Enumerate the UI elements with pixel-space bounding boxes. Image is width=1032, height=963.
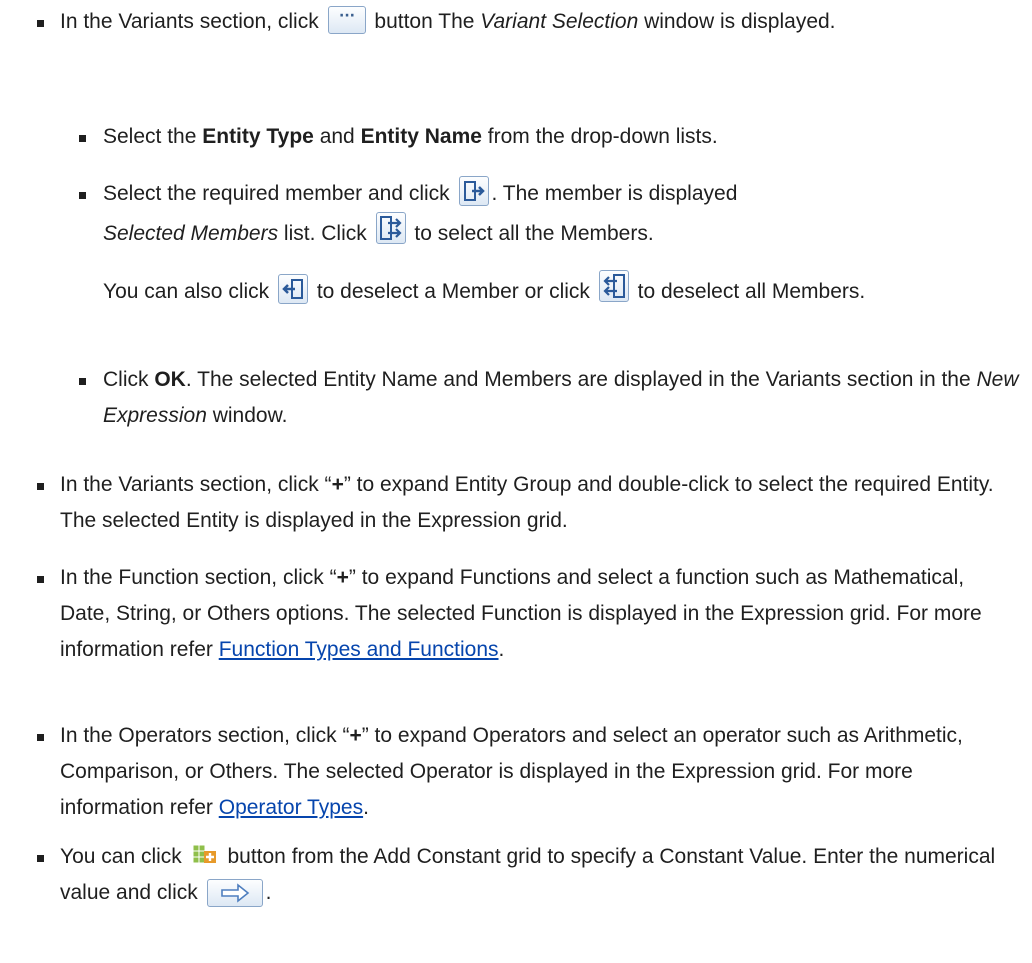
text-segment: to select all the Members.	[408, 222, 654, 245]
bullet-marker	[79, 135, 86, 142]
text-segment: to deselect a Member or click	[311, 280, 596, 303]
text-segment: You can also click	[103, 280, 275, 303]
arrow-right-button-icon[interactable]	[206, 879, 263, 907]
text-segment: list. Click	[278, 222, 373, 245]
step-expand-operators: In the Operators section, click “+” to e…	[60, 718, 1020, 826]
plus-symbol: +	[349, 724, 362, 747]
text-segment: .	[265, 881, 272, 904]
text-segment: You can click	[60, 845, 188, 868]
operator-types-link[interactable]: Operator Types	[219, 796, 363, 819]
move-all-left-icon[interactable]	[598, 270, 629, 302]
svg-text:···: ···	[339, 8, 355, 24]
bullet-marker	[79, 192, 86, 199]
text-segment: . The member is displayed	[491, 182, 738, 205]
function-types-link[interactable]: Function Types and Functions	[219, 638, 499, 661]
ellipsis-button-icon[interactable]: ···	[327, 6, 366, 34]
text-segment: and	[313, 125, 361, 148]
text-segment: In the Variants section, click “	[60, 473, 332, 496]
move-left-icon[interactable]	[278, 274, 308, 304]
step-open-variant-selection: In the Variants section, click ··· butto…	[60, 4, 1020, 40]
text-segment: In the Function section, click “	[60, 566, 337, 589]
step-expand-functions: In the Function section, click “+” to ex…	[60, 560, 1020, 668]
text-segment: Click	[103, 368, 155, 391]
bullet-marker	[37, 734, 44, 741]
move-all-right-icon[interactable]	[375, 212, 406, 244]
text-segment: button The	[368, 10, 481, 33]
step-add-constant: You can click button from the Add Consta…	[60, 839, 1020, 911]
step-select-entity: Select the Entity Type and Entity Name f…	[103, 119, 1021, 155]
button-name: OK	[154, 368, 186, 391]
window-name: Variant Selection	[480, 10, 639, 33]
bullet-marker	[37, 483, 44, 490]
field-name: Entity Name	[360, 125, 482, 148]
bullet-marker	[37, 20, 44, 27]
plus-symbol: +	[336, 566, 349, 589]
text-segment: window is displayed.	[638, 10, 836, 33]
step-expand-entity-group: In the Variants section, click “+” to ex…	[60, 467, 1020, 539]
text-segment: .	[363, 796, 369, 819]
text-segment: In the Variants section, click	[60, 10, 325, 33]
text-segment: Select the required member and click	[103, 182, 456, 205]
add-constant-grid-icon[interactable]	[192, 843, 218, 867]
text-segment: Select the	[103, 125, 203, 148]
text-segment: .	[498, 638, 505, 661]
text-segment: window.	[206, 404, 288, 427]
bullet-marker	[37, 576, 44, 583]
text-segment: In the Operators section, click “	[60, 724, 350, 747]
list-name: Selected Members	[103, 222, 279, 245]
step-select-member: Select the required member and click . T…	[103, 176, 1021, 252]
field-name: Entity Type	[202, 125, 314, 148]
text-segment: . The selected Entity Name and Members a…	[185, 368, 977, 391]
plus-symbol: +	[331, 473, 344, 496]
text-segment: from the drop-down lists.	[481, 125, 718, 148]
move-right-icon[interactable]	[458, 176, 489, 206]
bullet-marker	[79, 378, 86, 385]
step-click-ok: Click OK. The selected Entity Name and M…	[103, 362, 1021, 434]
text-segment: to deselect all Members.	[631, 280, 866, 303]
bullet-marker	[37, 855, 44, 862]
deselect-note: You can also click to deselect a Member …	[103, 270, 1021, 310]
